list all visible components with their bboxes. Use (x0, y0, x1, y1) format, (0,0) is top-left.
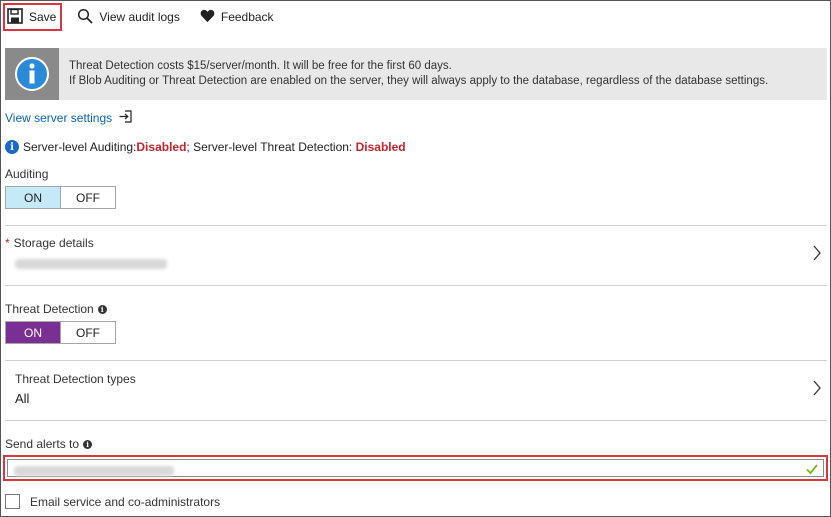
required-marker: * (5, 236, 10, 250)
divider (5, 420, 827, 421)
search-icon (77, 8, 99, 27)
threat-detection-label: Threat Detection (5, 302, 94, 316)
storage-details-value-redacted (15, 259, 167, 269)
info-icon[interactable]: i (97, 304, 107, 314)
email-admins-label: Email service and co-administrators (30, 494, 221, 509)
threat-status-prefix: ; Server-level Threat Detection: (186, 140, 356, 154)
send-alerts-value-redacted (14, 466, 174, 476)
threat-types-value: All (15, 391, 30, 406)
email-admins-row: Email service and co-administrators (5, 494, 220, 509)
storage-details-row[interactable]: * Storage details (5, 226, 827, 285)
storage-details-label-wrap: * Storage details (5, 236, 94, 250)
auditing-toggle: ON OFF (5, 186, 116, 209)
info-icon (5, 48, 59, 100)
threat-types-label: Threat Detection types (15, 372, 136, 386)
auditing-status-prefix: Server-level Auditing: (23, 140, 137, 154)
info-icon: i (5, 140, 19, 154)
threat-status-value: Disabled (355, 140, 406, 154)
save-icon (7, 7, 29, 27)
threat-detection-on-button[interactable]: ON (6, 322, 60, 343)
heart-icon (200, 9, 221, 26)
feedback-label: Feedback (220, 10, 274, 24)
view-server-settings-link[interactable]: View server settings (5, 110, 132, 126)
toolbar: Save View audit logs Feedback (0, 0, 831, 34)
divider (5, 285, 827, 286)
email-admins-checkbox[interactable] (5, 494, 20, 509)
storage-details-label: Storage details (13, 236, 94, 250)
banner-line-2: If Blob Auditing or Threat Detection are… (69, 75, 769, 87)
banner-line-1: Threat Detection costs $15/server/month.… (69, 60, 452, 72)
threat-detection-toggle: ON OFF (5, 321, 116, 344)
banner-message: Threat Detection costs $15/server/month.… (59, 59, 768, 89)
info-banner: Threat Detection costs $15/server/month.… (5, 48, 827, 100)
auditing-status-value: Disabled (136, 140, 187, 154)
send-alerts-label: Send alerts to (5, 437, 80, 451)
feedback-button[interactable]: Feedback (195, 3, 279, 31)
chevron-right-icon (813, 380, 821, 399)
save-button[interactable]: Save (3, 3, 63, 31)
threat-detection-off-button[interactable]: OFF (60, 322, 115, 343)
send-alerts-input-highlight (3, 455, 828, 481)
sign-in-icon (112, 110, 132, 126)
auditing-off-button[interactable]: OFF (60, 187, 115, 208)
save-label: Save (29, 10, 57, 24)
server-settings-label: View server settings (5, 111, 113, 125)
info-icon[interactable]: i (83, 439, 93, 449)
server-status-line: i Server-level Auditing: Disabled ; Serv… (5, 140, 406, 154)
threat-detection-types-row[interactable]: Threat Detection types All (5, 361, 827, 420)
auditing-label: Auditing (5, 167, 49, 181)
audit-logs-label: View audit logs (99, 10, 180, 24)
threat-detection-label-wrap: Threat Detection i (5, 302, 107, 316)
view-audit-logs-button[interactable]: View audit logs (72, 3, 185, 31)
send-alerts-input[interactable] (7, 459, 824, 477)
send-alerts-label-wrap: Send alerts to i (5, 437, 93, 451)
chevron-right-icon (813, 245, 821, 264)
auditing-on-button[interactable]: ON (6, 187, 60, 208)
checkmark-icon (805, 462, 819, 479)
